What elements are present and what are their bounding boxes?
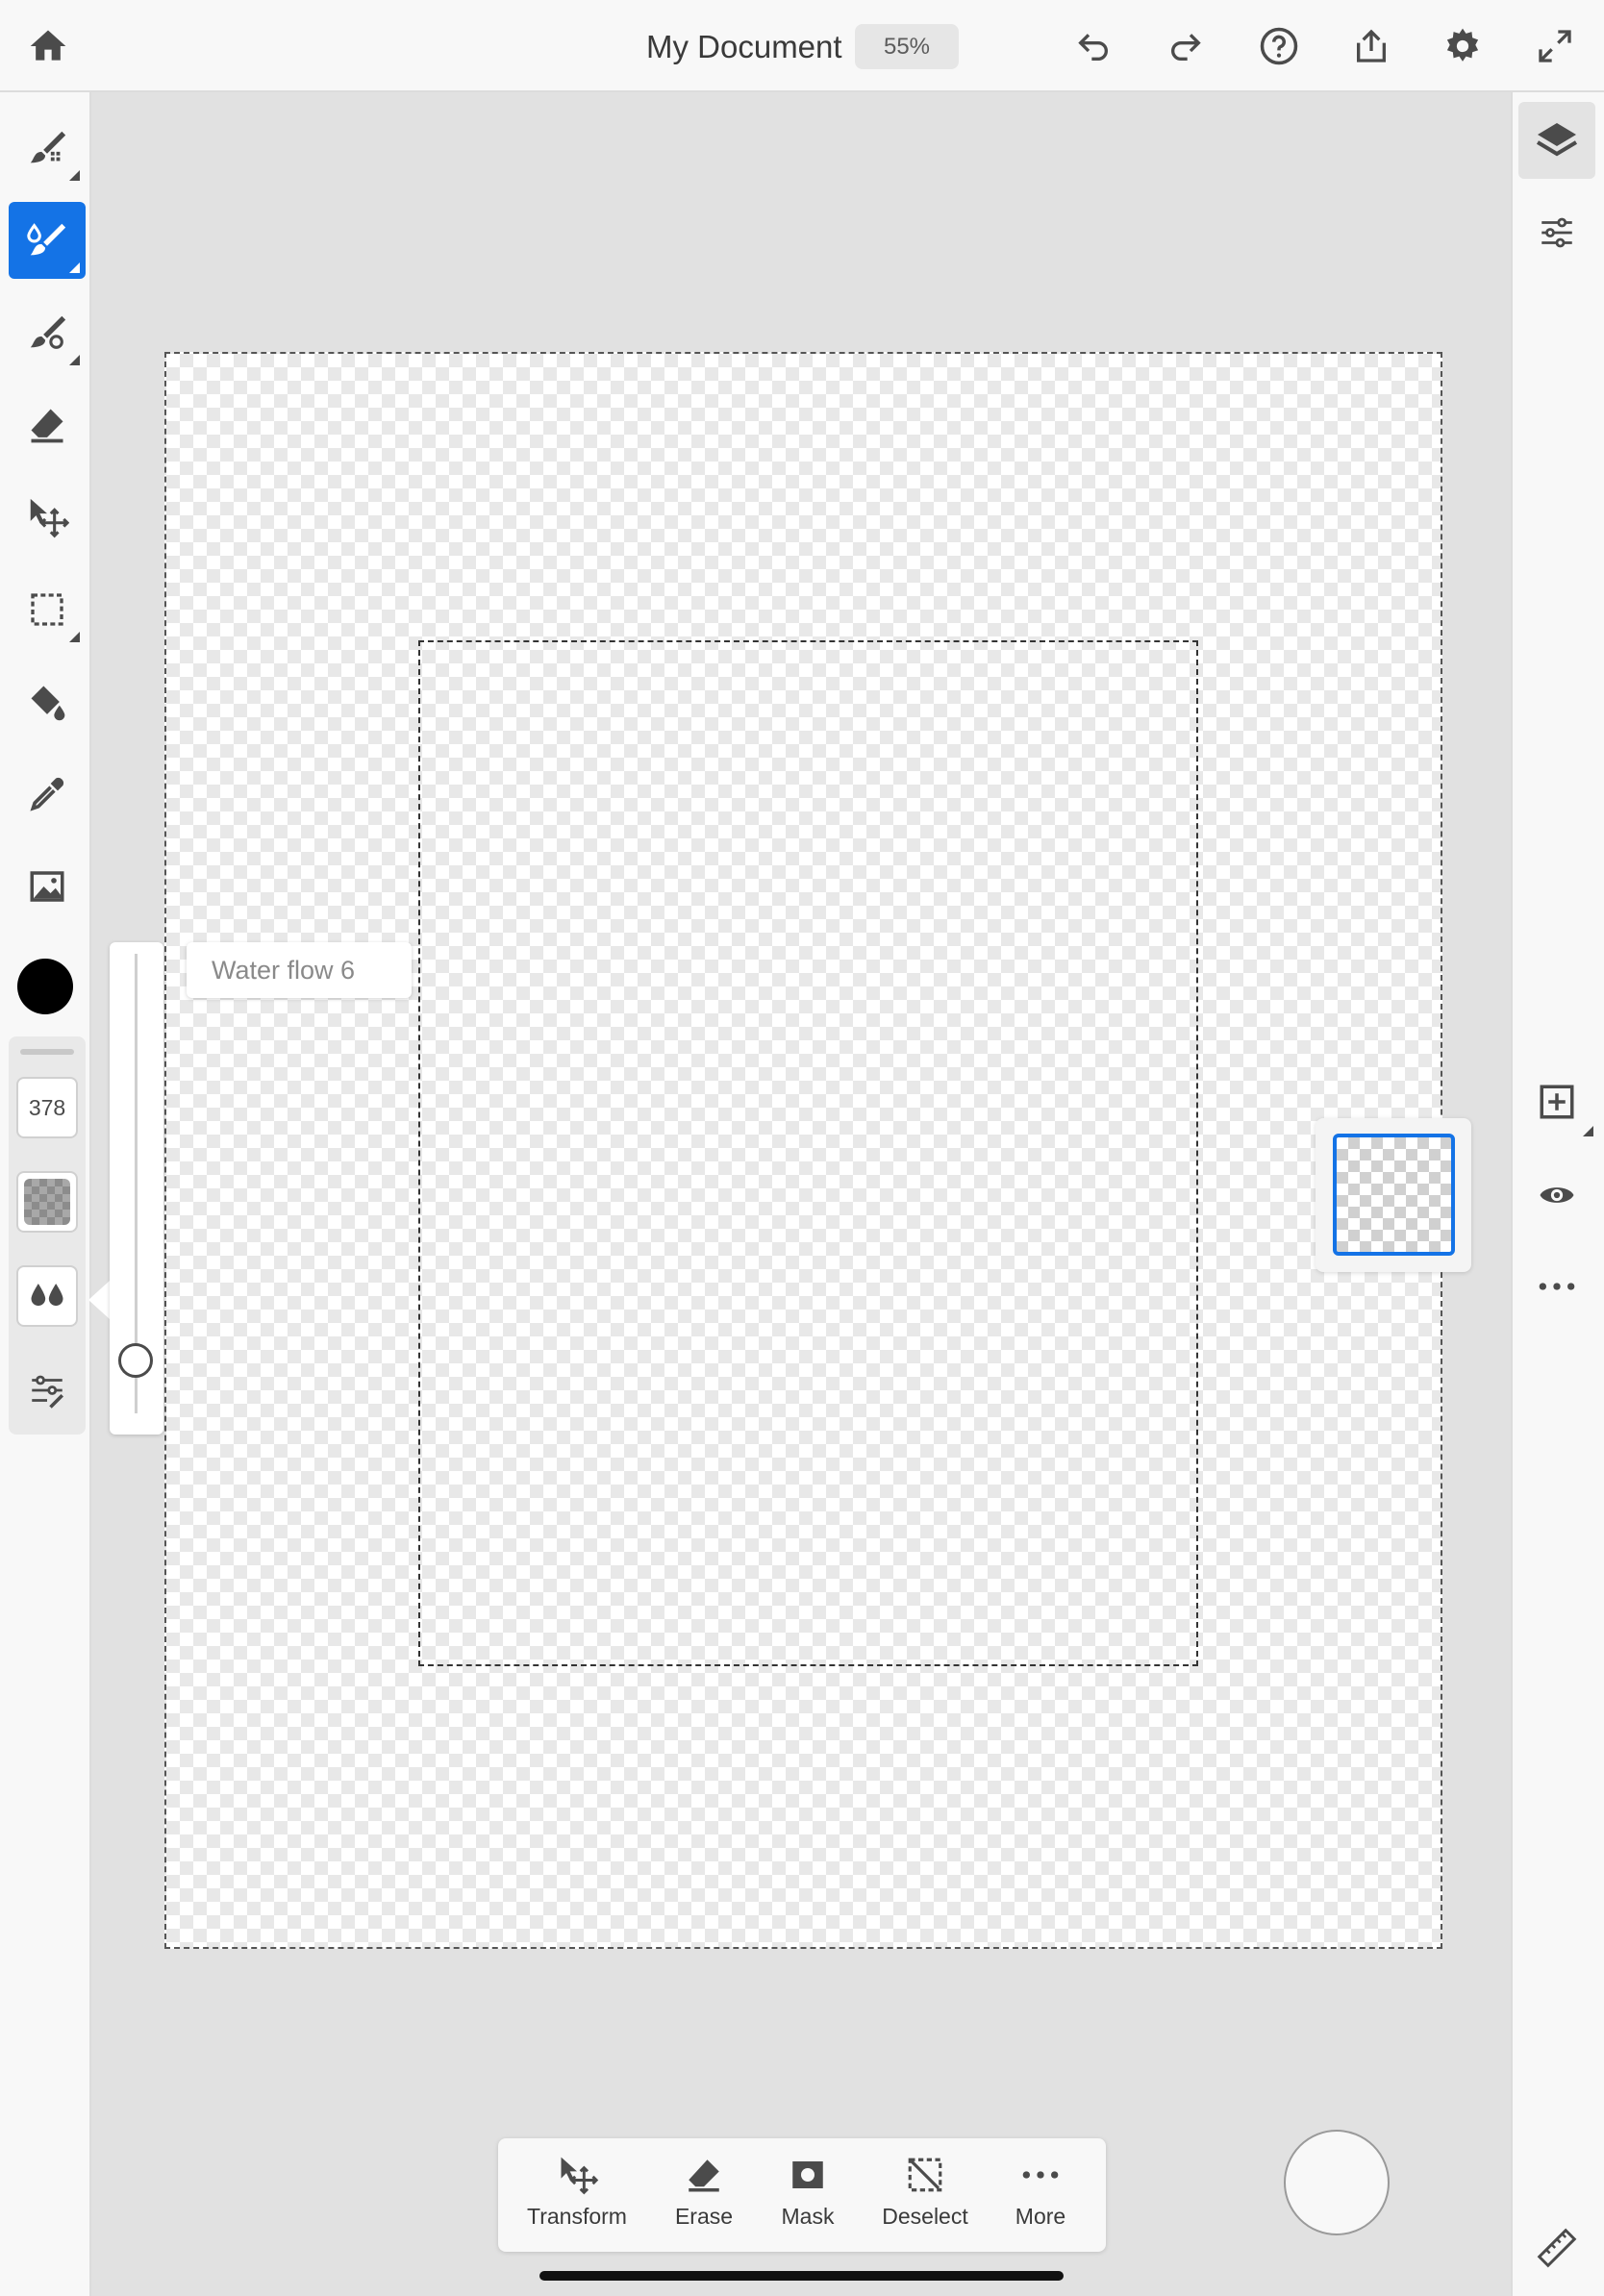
brush-size-value: 378 <box>28 1094 66 1120</box>
selection-marquee[interactable] <box>418 640 1198 1666</box>
brush-settings-icon <box>32 1375 63 1409</box>
paint-bucket-icon <box>31 686 65 721</box>
mask-icon <box>792 2161 823 2188</box>
slider-thumb[interactable] <box>118 1343 153 1379</box>
help-icon[interactable] <box>1252 19 1306 73</box>
layer-thumbnail-card <box>1316 1118 1471 1272</box>
slider-pointer <box>88 1281 110 1319</box>
undo-icon[interactable] <box>1066 19 1120 73</box>
layer-more-options-button[interactable] <box>1518 1248 1595 1325</box>
settings-icon[interactable] <box>1436 19 1490 73</box>
add-layer-button[interactable] <box>1518 1063 1595 1140</box>
ruler-button[interactable] <box>1518 2209 1595 2286</box>
transform-label: Transform <box>527 2204 627 2229</box>
water-flow-slider[interactable] <box>110 942 163 1435</box>
deselect-icon <box>908 2158 942 2192</box>
color-swatch[interactable] <box>17 959 73 1014</box>
layer-visibility-button[interactable] <box>1518 1157 1595 1234</box>
deselect-button[interactable]: Deselect <box>875 2152 975 2244</box>
layer-properties-icon <box>1541 217 1572 248</box>
pixel-brush-tool[interactable] <box>9 110 86 187</box>
top-bar: My Document 55% <box>0 0 1604 92</box>
water-flow-tooltip: Water flow 6 <box>187 942 412 998</box>
transform-tool[interactable] <box>9 479 86 556</box>
layers-icon <box>1536 123 1578 157</box>
vector-brush-icon <box>30 315 66 349</box>
transform-button[interactable]: Transform <box>527 2152 627 2244</box>
ruler-icon <box>1537 2228 1577 2268</box>
selection-tool[interactable] <box>9 571 86 648</box>
vector-brush-tool[interactable] <box>9 294 86 371</box>
marquee-select-icon <box>31 593 63 626</box>
layer-properties-button[interactable] <box>1518 194 1595 271</box>
image-icon <box>30 871 64 902</box>
share-icon[interactable] <box>1344 19 1398 73</box>
pixel-brush-icon <box>30 131 66 163</box>
transform-icon <box>561 2157 599 2195</box>
zoom-level[interactable]: 55% <box>855 24 959 69</box>
erase-label: Erase <box>674 2204 734 2229</box>
live-brush-icon <box>27 223 66 256</box>
redo-icon[interactable] <box>1159 19 1213 73</box>
layers-button[interactable] <box>1518 102 1595 179</box>
add-layer-icon <box>1540 1085 1574 1119</box>
eraser-icon <box>689 2159 719 2192</box>
brush-properties-panel: 378 <box>9 1036 86 1435</box>
image-tool[interactable] <box>9 848 86 925</box>
more-icon <box>1022 2171 1059 2179</box>
brush-settings-button[interactable] <box>16 1360 78 1421</box>
mask-button[interactable]: Mask <box>771 2152 844 2244</box>
document-title[interactable]: My Document <box>646 29 842 65</box>
more-options-icon <box>1539 1283 1575 1290</box>
eyedropper-icon <box>30 777 64 811</box>
eraser-tool[interactable] <box>9 387 86 463</box>
home-icon[interactable] <box>21 19 75 73</box>
fullscreen-icon[interactable] <box>1528 19 1582 73</box>
panel-handle[interactable] <box>20 1049 74 1055</box>
deselect-label: Deselect <box>882 2204 968 2229</box>
more-label: More <box>1015 2204 1066 2229</box>
eraser-icon <box>31 409 63 443</box>
layer-thumbnail[interactable] <box>1333 1134 1455 1256</box>
home-indicator[interactable] <box>539 2271 1064 2281</box>
live-brush-tool[interactable] <box>9 202 86 279</box>
transform-icon <box>30 498 69 538</box>
water-drops-icon <box>31 1284 63 1307</box>
erase-button[interactable]: Erase <box>665 2152 742 2244</box>
eyedropper-tool[interactable] <box>9 756 86 833</box>
fill-tool[interactable] <box>9 663 86 740</box>
mask-label: Mask <box>781 2204 835 2229</box>
selection-action-bar: Transform Erase Mask Deselect More <box>498 2138 1106 2252</box>
brush-size-field[interactable]: 378 <box>16 1077 78 1138</box>
opacity-checker-icon <box>24 1179 70 1225</box>
brush-opacity-control[interactable] <box>16 1171 78 1233</box>
water-flow-control[interactable] <box>16 1265 78 1327</box>
more-button[interactable]: More <box>1004 2152 1077 2244</box>
visibility-icon <box>1540 1187 1574 1203</box>
touch-shortcut-button[interactable] <box>1284 2130 1390 2235</box>
